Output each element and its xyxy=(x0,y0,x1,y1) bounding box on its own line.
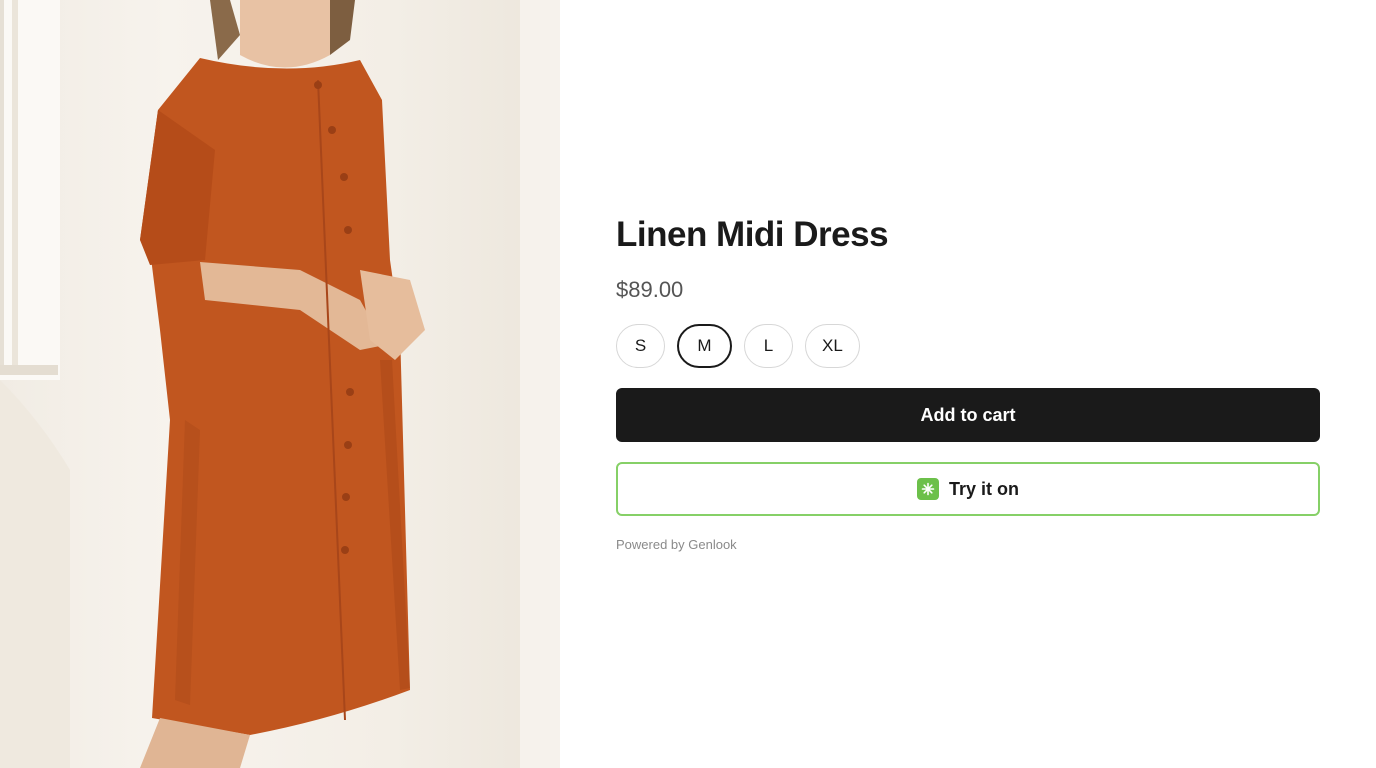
add-to-cart-button[interactable]: Add to cart xyxy=(616,388,1320,442)
dress-photo-illustration xyxy=(0,0,560,768)
size-option-l[interactable]: L xyxy=(744,324,793,368)
size-option-m[interactable]: M xyxy=(677,324,732,368)
size-option-s[interactable]: S xyxy=(616,324,665,368)
powered-by-text: Powered by Genlook xyxy=(616,537,737,552)
size-selector: S M L XL xyxy=(616,324,860,368)
sparkle-icon xyxy=(916,478,939,500)
product-title: Linen Midi Dress xyxy=(616,215,889,254)
product-image xyxy=(0,0,560,768)
try-it-on-button[interactable]: Try it on xyxy=(616,462,1320,516)
size-option-xl[interactable]: XL xyxy=(805,324,860,368)
product-page: Linen Midi Dress $89.00 S M L XL Add to … xyxy=(0,0,1376,768)
product-price: $89.00 xyxy=(616,277,684,302)
product-details: Linen Midi Dress $89.00 S M L XL Add to … xyxy=(560,0,1376,768)
try-it-on-label: Try it on xyxy=(948,478,1019,499)
